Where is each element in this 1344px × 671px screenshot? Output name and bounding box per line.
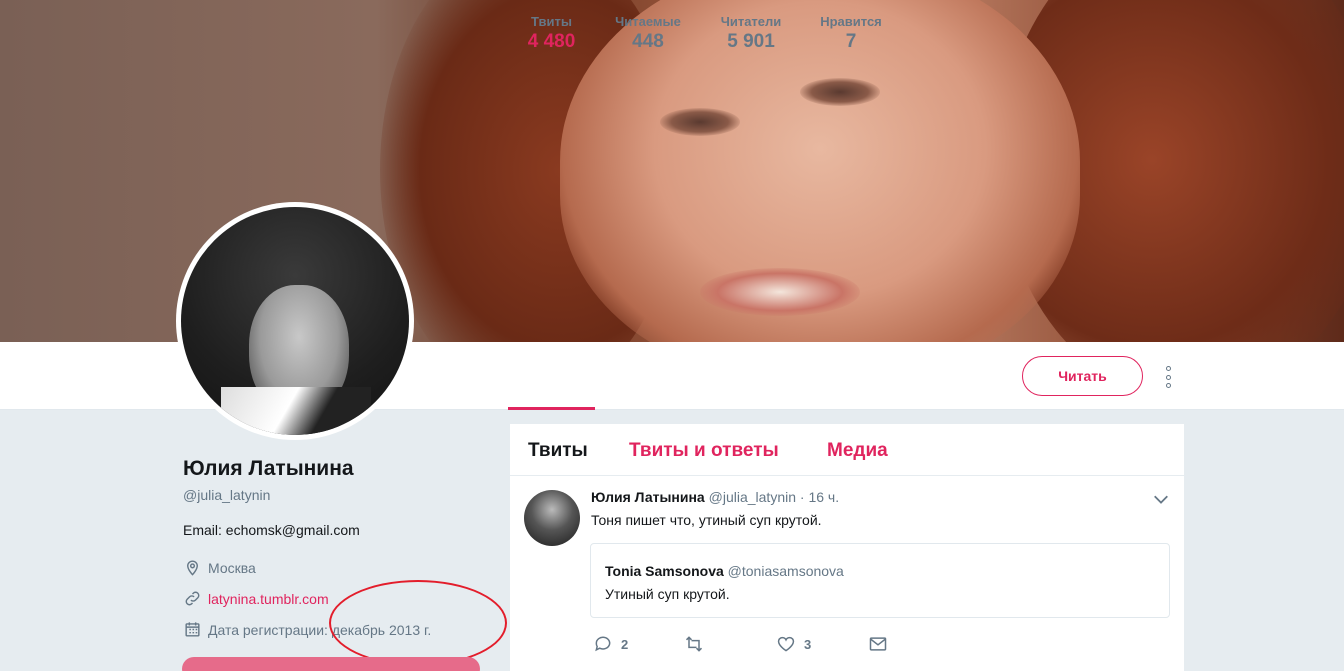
reply-count: 2 bbox=[621, 636, 629, 652]
tweet-author-avatar[interactable] bbox=[524, 490, 580, 546]
stat-tweets-value: 4 480 bbox=[527, 31, 576, 52]
location-pin-icon bbox=[187, 560, 198, 576]
tweet-text: Тоня пишет что, утиный суп крутой. bbox=[591, 512, 822, 528]
avatar-image bbox=[181, 207, 409, 435]
stat-tweets-label: Твиты bbox=[531, 14, 572, 29]
website-link[interactable]: latynina.tumblr.com bbox=[208, 591, 329, 607]
retweet-action[interactable] bbox=[684, 634, 704, 654]
active-stat-underline bbox=[508, 407, 595, 410]
stat-following[interactable]: Читаемые 448 bbox=[606, 14, 690, 53]
quoted-author-handle: @toniasamsonova bbox=[727, 563, 844, 579]
stat-tweets[interactable]: Твиты 4 480 bbox=[508, 14, 595, 53]
quoted-tweet-text: Утиный суп крутой. bbox=[605, 586, 730, 602]
tweet-to-button[interactable] bbox=[182, 657, 480, 671]
stat-followers[interactable]: Читатели 5 901 bbox=[710, 14, 792, 53]
tweet-author-name[interactable]: Юлия Латынина bbox=[591, 489, 705, 505]
reply-action[interactable]: 2 bbox=[593, 634, 628, 654]
stat-likes-value: 7 bbox=[845, 31, 857, 52]
reply-icon bbox=[595, 636, 611, 652]
stat-following-value: 448 bbox=[632, 31, 664, 52]
stat-followers-value: 5 901 bbox=[727, 31, 775, 52]
stat-likes-label: Нравится bbox=[820, 14, 882, 29]
stat-followers-label: Читатели bbox=[720, 14, 782, 29]
profile-location: Москва bbox=[183, 558, 256, 577]
direct-message-action[interactable] bbox=[868, 634, 888, 654]
stat-likes[interactable]: Нравится 7 bbox=[810, 14, 892, 53]
tab-media[interactable]: Медиа bbox=[827, 440, 888, 462]
timeline-tabs: Твиты Твиты и ответы Медиа bbox=[510, 424, 1184, 476]
profile-join-date: Дата регистрации: декабрь 2013 г. bbox=[183, 620, 431, 639]
chevron-down-icon[interactable] bbox=[1150, 490, 1172, 508]
follow-button[interactable]: Читать bbox=[1022, 356, 1143, 396]
profile-website: latynina.tumblr.com bbox=[183, 589, 329, 608]
tweet-author-handle: @julia_latynin bbox=[708, 489, 796, 505]
stat-following-label: Читаемые bbox=[615, 14, 681, 29]
quoted-tweet-header: Tonia Samsonova @toniasamsonova bbox=[605, 563, 844, 579]
quoted-author-name: Tonia Samsonova bbox=[605, 563, 724, 579]
profile-handle: @julia_latynin bbox=[183, 487, 271, 503]
more-options-icon[interactable] bbox=[1158, 366, 1178, 388]
tab-tweets[interactable]: Твиты bbox=[528, 440, 588, 462]
profile-avatar[interactable] bbox=[176, 202, 414, 440]
retweet-icon bbox=[685, 636, 703, 652]
link-icon bbox=[185, 591, 200, 606]
quoted-tweet[interactable]: Tonia Samsonova @toniasamsonova Утиный с… bbox=[590, 543, 1170, 618]
calendar-icon bbox=[185, 622, 200, 637]
profile-bio-email: Email: echomsk@gmail.com bbox=[183, 522, 360, 538]
timeline: Твиты Твиты и ответы Медиа Юлия Латынина… bbox=[510, 424, 1184, 671]
heart-icon bbox=[777, 636, 795, 652]
tweet-actions: 2 3 bbox=[510, 634, 1184, 658]
tab-tweets-and-replies[interactable]: Твиты и ответы bbox=[629, 440, 779, 462]
tweet-timestamp[interactable]: · 16 ч. bbox=[800, 489, 839, 505]
like-action[interactable]: 3 bbox=[776, 634, 811, 654]
profile-name[interactable]: Юлия Латынина bbox=[183, 457, 354, 481]
tweet-item[interactable]: Юлия Латынина @julia_latynin · 16 ч. Тон… bbox=[510, 476, 1184, 671]
location-text: Москва bbox=[208, 559, 256, 576]
envelope-icon bbox=[869, 637, 887, 651]
join-date-text: Дата регистрации: декабрь 2013 г. bbox=[208, 621, 432, 638]
like-count: 3 bbox=[804, 636, 812, 652]
tweet-header: Юлия Латынина @julia_latynin · 16 ч. bbox=[591, 489, 839, 505]
